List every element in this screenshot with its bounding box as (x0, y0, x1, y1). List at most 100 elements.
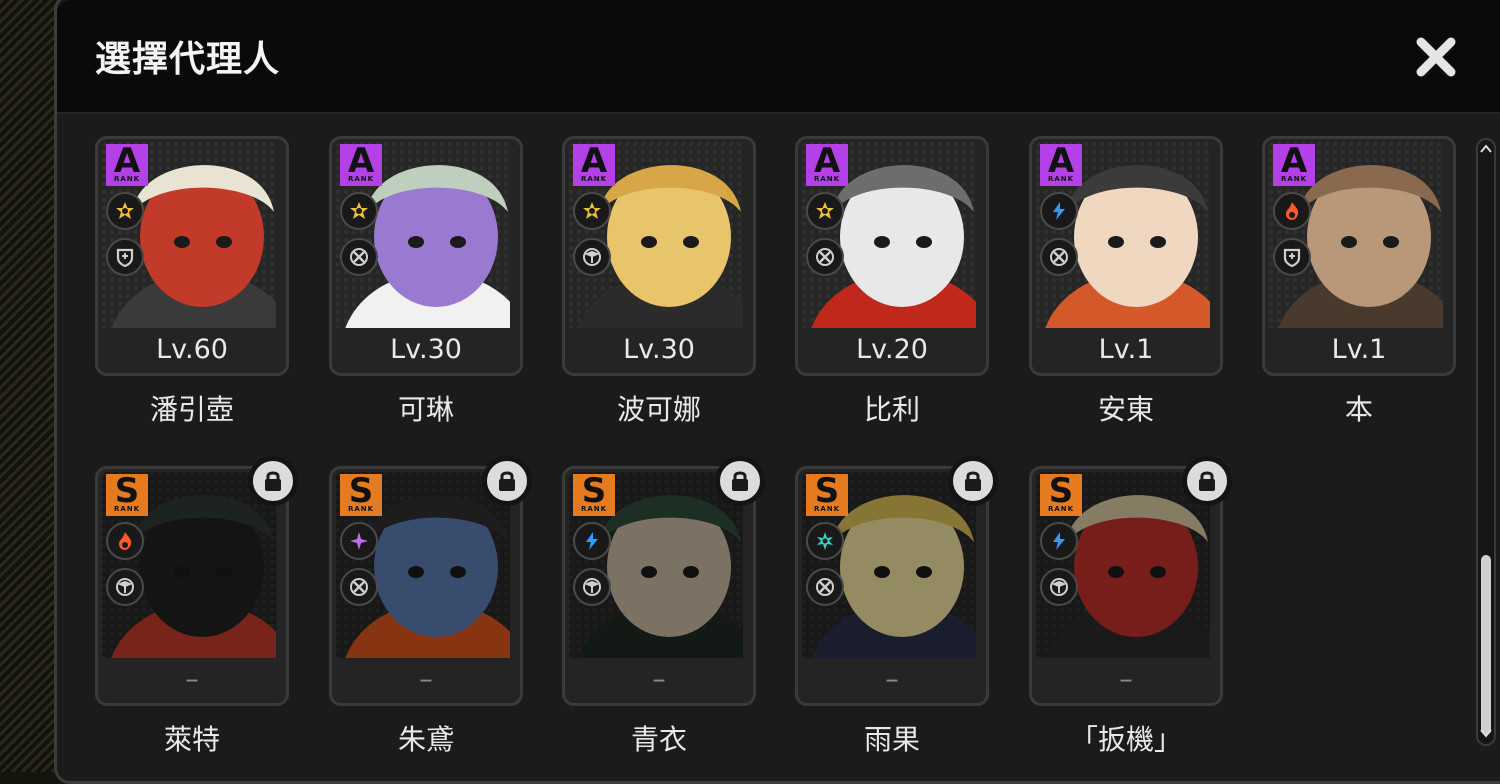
rank-label: RANK (580, 175, 608, 183)
agent-name: 「扳機」 (1069, 723, 1182, 756)
attack-icon (340, 568, 378, 606)
agent-level: Lv.60 (156, 334, 228, 365)
rank-badge: A RANK (806, 144, 848, 186)
stun-icon (573, 568, 611, 606)
close-icon[interactable] (1413, 34, 1459, 80)
physical-icon (106, 192, 144, 230)
rank-label: RANK (1047, 505, 1075, 513)
lock-icon (715, 456, 765, 506)
rank-label: RANK (813, 175, 841, 183)
agent-level: – (1119, 664, 1133, 695)
rank-letter: S (348, 471, 374, 511)
dialog-title: 選擇代理人 (95, 39, 281, 80)
rank-label: RANK (113, 505, 141, 513)
agent-card[interactable]: S RANK – (1029, 456, 1232, 706)
stun-icon (106, 568, 144, 606)
agent-name: 安東 (1097, 393, 1154, 426)
agent-name: 本 (1344, 393, 1373, 426)
agent-level: Lv.30 (623, 334, 695, 365)
electric-icon (573, 522, 611, 560)
rank-letter: S (1048, 471, 1074, 511)
agent-card[interactable]: S RANK – (95, 456, 298, 706)
scroll-down-icon[interactable] (1480, 728, 1492, 738)
agent-card[interactable]: A RANK Lv.1 (1029, 136, 1223, 376)
agent-level: – (652, 664, 666, 695)
defense-icon (106, 238, 144, 276)
agent-level: – (185, 664, 199, 695)
rank-label: RANK (813, 505, 841, 513)
stun-icon (1040, 568, 1078, 606)
rank-badge: S RANK (806, 474, 848, 516)
fire-icon (1273, 192, 1311, 230)
agent-name: 雨果 (863, 723, 920, 756)
rank-letter: S (114, 471, 140, 511)
attack-icon (1040, 238, 1078, 276)
rank-letter: A (347, 141, 375, 181)
stun-icon (573, 238, 611, 276)
rank-badge: S RANK (340, 474, 382, 516)
rank-badge: A RANK (1040, 144, 1082, 186)
agent-card[interactable]: A RANK Lv.30 (329, 136, 523, 376)
rank-badge: A RANK (573, 144, 615, 186)
agent-level: Lv.1 (1331, 334, 1387, 365)
agent-level: Lv.20 (856, 334, 928, 365)
agent-level: Lv.1 (1098, 334, 1154, 365)
agent-card[interactable]: A RANK Lv.1 (1262, 136, 1456, 376)
lock-icon (1182, 456, 1232, 506)
scrollbar[interactable] (1476, 138, 1496, 746)
rank-letter: A (580, 141, 608, 181)
physical-icon (806, 192, 844, 230)
rank-letter: S (581, 471, 607, 511)
rank-letter: A (113, 141, 141, 181)
rank-letter: S (814, 471, 840, 511)
agent-name: 青衣 (630, 723, 687, 756)
ether-icon (340, 522, 378, 560)
rank-label: RANK (1047, 175, 1075, 183)
rank-badge: A RANK (340, 144, 382, 186)
scroll-up-icon[interactable] (1480, 144, 1492, 154)
lock-icon (248, 456, 298, 506)
rank-badge: A RANK (106, 144, 148, 186)
rank-label: RANK (347, 175, 375, 183)
agent-card[interactable]: S RANK – (329, 456, 532, 706)
lock-icon (482, 456, 532, 506)
agent-level: Lv.30 (390, 334, 462, 365)
agent-name: 可琳 (397, 393, 454, 426)
rank-letter: A (1047, 141, 1075, 181)
fire-icon (106, 522, 144, 560)
rank-label: RANK (347, 505, 375, 513)
rank-badge: A RANK (1273, 144, 1315, 186)
ice-icon (806, 522, 844, 560)
dialog-header: 選擇代理人 (57, 0, 1500, 114)
agent-card[interactable]: A RANK Lv.20 (795, 136, 989, 376)
electric-icon (1040, 522, 1078, 560)
rank-badge: S RANK (1040, 474, 1082, 516)
rank-letter: A (813, 141, 841, 181)
agent-name: 比利 (863, 393, 920, 426)
defense-icon (1273, 238, 1311, 276)
agent-level: – (885, 664, 899, 695)
agent-name: 潘引壺 (149, 393, 234, 426)
electric-icon (1040, 192, 1078, 230)
rank-label: RANK (113, 175, 141, 183)
rank-badge: S RANK (573, 474, 615, 516)
agent-name: 朱鳶 (397, 723, 454, 756)
agent-level: – (419, 664, 433, 695)
attack-icon (340, 238, 378, 276)
rank-label: RANK (580, 505, 608, 513)
attack-icon (806, 238, 844, 276)
agent-name: 萊特 (163, 723, 220, 756)
physical-icon (340, 192, 378, 230)
agent-grid: A RANK Lv.60 潘引壺 A RANK Lv.30 可琳 A RANK … (57, 114, 1467, 772)
agent-card[interactable]: A RANK Lv.30 (562, 136, 756, 376)
attack-icon (806, 568, 844, 606)
agent-card[interactable]: A RANK Lv.60 (95, 136, 289, 376)
lock-icon (948, 456, 998, 506)
background-pattern (0, 0, 60, 772)
rank-letter: A (1280, 141, 1308, 181)
rank-badge: S RANK (106, 474, 148, 516)
scroll-thumb[interactable] (1481, 555, 1491, 735)
rank-label: RANK (1280, 175, 1308, 183)
agent-card[interactable]: S RANK – (562, 456, 765, 706)
agent-card[interactable]: S RANK – (795, 456, 998, 706)
